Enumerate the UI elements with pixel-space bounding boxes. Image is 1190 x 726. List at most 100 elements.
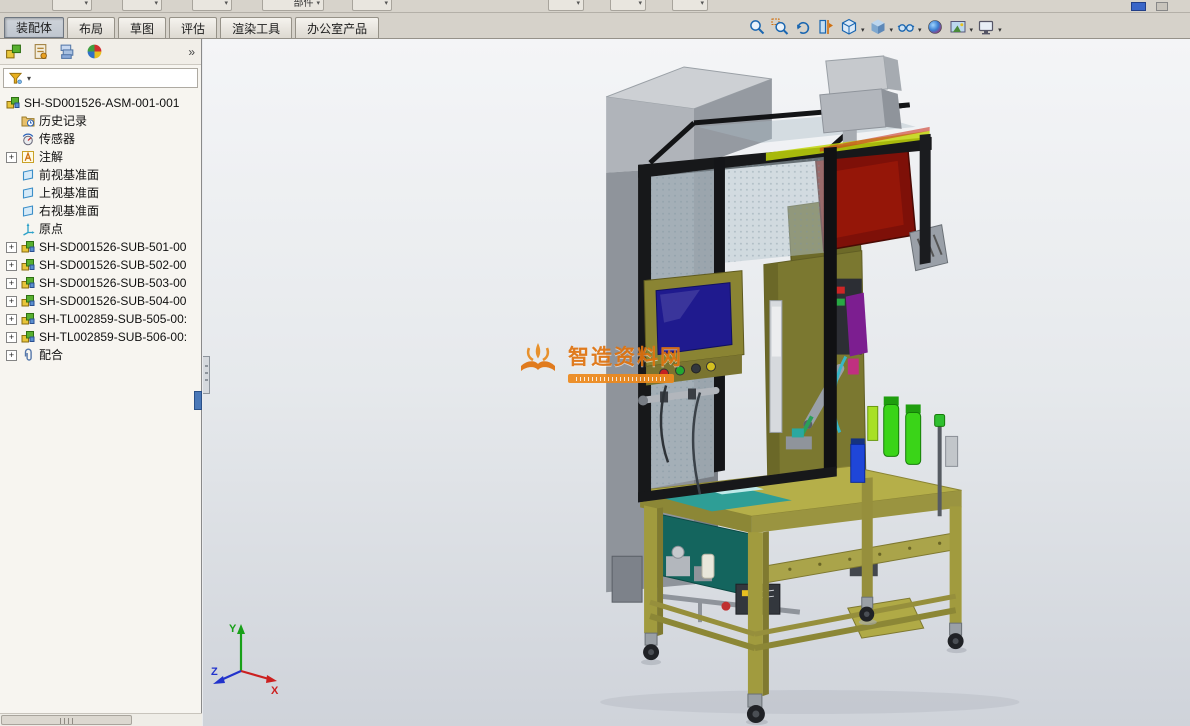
subassembly-icon	[21, 240, 35, 254]
expand-toggle[interactable]: +	[6, 295, 17, 307]
top-partial-button[interactable]: ▾	[52, 0, 92, 11]
top-partial-button[interactable]: ▾	[122, 0, 162, 11]
top-partial-button[interactable]: ▾	[352, 0, 392, 11]
magnifier-icon	[750, 20, 765, 35]
tree-item-front-plane[interactable]: 前视基准面	[3, 166, 201, 184]
tree-item-history[interactable]: 历史记录	[3, 112, 201, 130]
annotations-icon	[21, 150, 35, 164]
section-view-button[interactable]	[815, 16, 837, 38]
panel-horizontal-scrollbar[interactable]	[0, 713, 202, 726]
tab-evaluate[interactable]: 评估	[169, 17, 218, 38]
zoom-area-button[interactable]	[769, 16, 791, 38]
hide-show-items-button[interactable]	[895, 16, 917, 38]
expand-toggle[interactable]: +	[6, 151, 17, 163]
configuration-manager-tab-icon[interactable]	[59, 43, 76, 60]
shaded-cube-icon	[871, 19, 885, 34]
expand-toggle[interactable]: +	[6, 349, 17, 361]
apply-scene-button[interactable]	[947, 16, 969, 38]
tab-sketch[interactable]: 草图	[118, 17, 167, 38]
tree-item-label: SH-SD001526-SUB-501-00	[39, 240, 187, 254]
subassembly-icon	[21, 330, 35, 344]
zoom-fit-button[interactable]	[746, 16, 768, 38]
panel-collapse-handle[interactable]	[203, 356, 210, 394]
tree-item-sub-501[interactable]: + SH-SD001526-SUB-501-00	[3, 238, 201, 256]
tree-item-label: 历史记录	[39, 114, 88, 128]
tree-item-label: SH-SD001526-SUB-504-00	[39, 294, 187, 308]
panel-overflow-chevrons[interactable]: »	[188, 45, 195, 59]
edit-appearance-button[interactable]	[924, 16, 946, 38]
previous-view-button[interactable]	[792, 16, 814, 38]
tree-item-label: 原点	[39, 222, 64, 236]
triad-x-label: X	[271, 685, 279, 697]
tree-item-sub-502[interactable]: + SH-SD001526-SUB-502-00	[3, 256, 201, 274]
tab-assembly[interactable]: 装配体	[4, 17, 65, 38]
property-manager-tab-icon[interactable]	[32, 43, 49, 60]
tab-layout[interactable]: 布局	[67, 17, 116, 38]
top-partial-button-parts[interactable]: 部件 ▾	[262, 0, 324, 11]
scene-icon	[950, 21, 966, 33]
command-manager-tab-bar: 装配体 布局 草图 评估 渲染工具 办公室产品	[0, 13, 1190, 39]
top-partial-button[interactable]: ▾	[548, 0, 584, 11]
section-plane-icon	[819, 19, 833, 34]
caret-down-icon[interactable]: ▾	[918, 20, 923, 34]
tab-render-tools[interactable]: 渲染工具	[220, 17, 293, 38]
tree-item-label: 前视基准面	[39, 168, 100, 182]
tree-item-label: 上视基准面	[39, 186, 100, 200]
tree-item-label: 配合	[39, 348, 64, 362]
tree-item-sub-505[interactable]: + SH-TL002859-SUB-505-00:	[3, 310, 201, 328]
graphics-viewport[interactable]: 智造资料网 Y X Z	[203, 39, 1190, 726]
tree-item-label: 右视基准面	[39, 204, 100, 218]
appearance-sphere-icon	[927, 20, 942, 34]
caret-down-icon[interactable]: ▾	[890, 20, 895, 34]
tree-item-annotations[interactable]: + 注解	[3, 148, 201, 166]
expand-toggle[interactable]: +	[6, 331, 17, 343]
scrollbar-thumb[interactable]	[1, 715, 132, 725]
panel-splitter-grip[interactable]	[194, 391, 202, 410]
view-orientation-button[interactable]	[838, 16, 860, 38]
tree-item-sensors[interactable]: 传感器	[3, 130, 201, 148]
subassembly-icon	[21, 312, 35, 326]
top-partial-button[interactable]: ▾	[192, 0, 232, 11]
subassembly-icon	[21, 294, 35, 308]
expand-toggle[interactable]: +	[6, 313, 17, 325]
tree-item-right-plane[interactable]: 右视基准面	[3, 202, 201, 220]
view-settings-button[interactable]	[975, 16, 997, 38]
tree-item-label: SH-TL002859-SUB-506-00:	[39, 330, 188, 344]
caret-down-icon[interactable]: ▾	[861, 20, 866, 34]
orientation-triad: Y X Z	[211, 623, 279, 697]
display-style-button[interactable]	[867, 16, 889, 38]
machine-3d-model[interactable]	[203, 39, 1190, 726]
scrollbar-grip	[60, 718, 74, 724]
top-partial-button[interactable]: ▾	[610, 0, 646, 11]
subassembly-icon	[21, 258, 35, 272]
tab-office-products[interactable]: 办公室产品	[295, 17, 380, 38]
tree-item-mates[interactable]: + 配合	[3, 346, 201, 364]
tree-item-label: SH-TL002859-SUB-505-00:	[39, 312, 188, 326]
caret-down-icon[interactable]: ▾	[998, 20, 1003, 34]
tree-item-origin[interactable]: 原点	[3, 220, 201, 238]
plane-icon	[21, 204, 35, 218]
caret-down-icon: ▾	[224, 0, 228, 7]
tree-filter[interactable]: ▾	[3, 68, 198, 88]
caret-down-icon: ▾	[384, 0, 388, 7]
expand-toggle[interactable]: +	[6, 241, 17, 253]
expand-toggle[interactable]: +	[6, 277, 17, 289]
caret-down-icon[interactable]: ▾	[970, 20, 975, 34]
assembly-icon	[6, 96, 20, 110]
tree-item-top-plane[interactable]: 上视基准面	[3, 184, 201, 202]
expand-toggle[interactable]: +	[6, 259, 17, 271]
top-right-doc-icon[interactable]	[1131, 2, 1146, 11]
monitor-icon	[978, 20, 994, 35]
tree-item-sub-504[interactable]: + SH-SD001526-SUB-504-00	[3, 292, 201, 310]
feature-manager-tab-icon[interactable]	[5, 43, 22, 60]
top-right-tool-icon[interactable]	[1156, 2, 1168, 11]
tree-item-sub-506[interactable]: + SH-TL002859-SUB-506-00:	[3, 328, 201, 346]
rotate-arrow-icon	[797, 22, 810, 34]
tree-item-sub-503[interactable]: + SH-SD001526-SUB-503-00	[3, 274, 201, 292]
magnifier-area-icon	[771, 18, 789, 35]
heads-up-toolbar: ▾ ▾ ▾ ▾ ▾	[746, 15, 1003, 39]
caret-down-icon: ▾	[576, 0, 580, 7]
top-partial-button[interactable]: ▾	[672, 0, 708, 11]
display-manager-tab-icon[interactable]	[86, 43, 103, 60]
tree-root-assembly[interactable]: SH-SD001526-ASM-001-001	[3, 94, 201, 112]
